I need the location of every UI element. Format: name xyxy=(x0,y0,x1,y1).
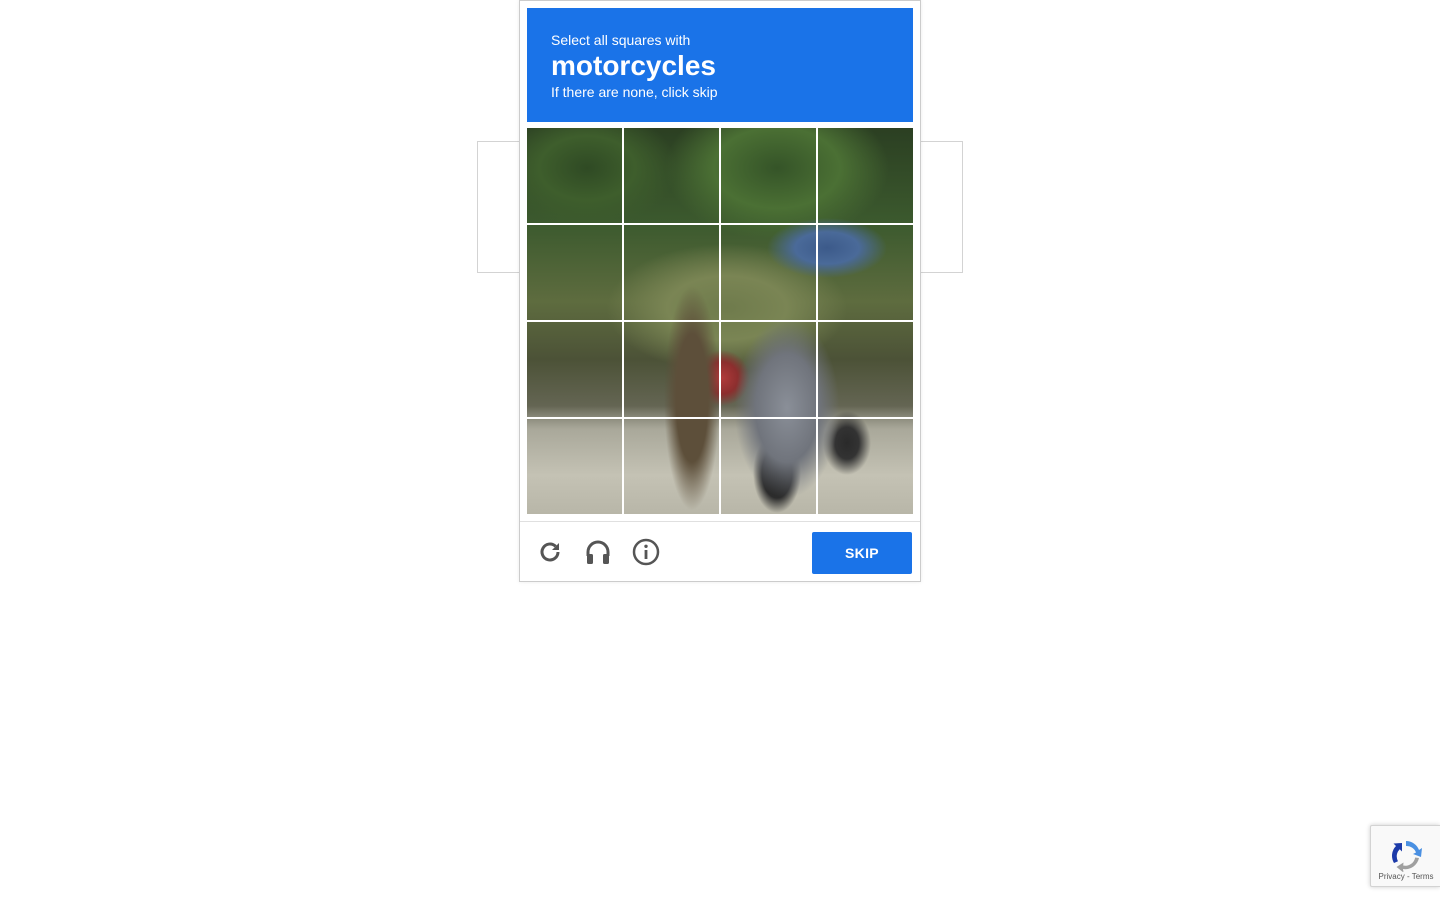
image-tile-r2-c1[interactable] xyxy=(527,225,622,320)
image-tile-r1-c3[interactable] xyxy=(721,128,816,223)
image-tile-r3-c4[interactable] xyxy=(818,322,913,417)
tile-image xyxy=(721,419,816,514)
challenge-header: Select all squares with motorcycles If t… xyxy=(527,8,913,122)
instruction-suffix: If there are none, click skip xyxy=(551,84,718,100)
image-tile-r1-c4[interactable] xyxy=(818,128,913,223)
tile-image xyxy=(624,419,719,514)
skip-button[interactable]: SKIP xyxy=(812,532,912,574)
tile-image xyxy=(818,419,913,514)
tile-image xyxy=(527,322,622,417)
image-tile-r4-c4[interactable] xyxy=(818,419,913,514)
recaptcha-challenge-dialog: Select all squares with motorcycles If t… xyxy=(519,0,921,582)
instruction-prefix: Select all squares with xyxy=(551,32,691,48)
image-tile-r2-c3[interactable] xyxy=(721,225,816,320)
info-button[interactable] xyxy=(630,536,662,568)
tile-image xyxy=(624,322,719,417)
tile-image xyxy=(527,419,622,514)
privacy-link[interactable]: Privacy xyxy=(1379,872,1405,881)
terms-link[interactable]: Terms xyxy=(1412,872,1434,881)
tile-image xyxy=(818,322,913,417)
tile-image xyxy=(527,128,622,223)
challenge-footer: SKIP xyxy=(520,521,920,581)
image-tile-r2-c4[interactable] xyxy=(818,225,913,320)
image-tile-r3-c1[interactable] xyxy=(527,322,622,417)
recaptcha-badge[interactable]: Privacy - Terms xyxy=(1370,825,1440,887)
tile-image xyxy=(818,225,913,320)
info-icon xyxy=(632,538,660,566)
tile-image xyxy=(624,225,719,320)
image-tile-r1-c2[interactable] xyxy=(624,128,719,223)
image-tile-r1-c1[interactable] xyxy=(527,128,622,223)
audio-challenge-button[interactable] xyxy=(582,536,614,568)
image-tile-r3-c3[interactable] xyxy=(721,322,816,417)
tile-image xyxy=(721,225,816,320)
tile-image xyxy=(721,322,816,417)
reload-icon xyxy=(540,542,560,562)
image-tile-r4-c1[interactable] xyxy=(527,419,622,514)
image-tile-r2-c2[interactable] xyxy=(624,225,719,320)
image-tile-r3-c2[interactable] xyxy=(624,322,719,417)
tile-image xyxy=(818,128,913,223)
challenge-keyword: motorcycles xyxy=(551,50,716,81)
link-separator: - xyxy=(1406,872,1410,881)
headphones-icon xyxy=(586,540,610,564)
badge-links: Privacy - Terms xyxy=(1371,872,1440,882)
tile-image xyxy=(527,225,622,320)
image-tile-grid xyxy=(527,128,913,514)
reload-button[interactable] xyxy=(534,536,566,568)
tile-image xyxy=(721,128,816,223)
tile-image xyxy=(624,128,719,223)
image-tile-r4-c3[interactable] xyxy=(721,419,816,514)
image-tile-r4-c2[interactable] xyxy=(624,419,719,514)
